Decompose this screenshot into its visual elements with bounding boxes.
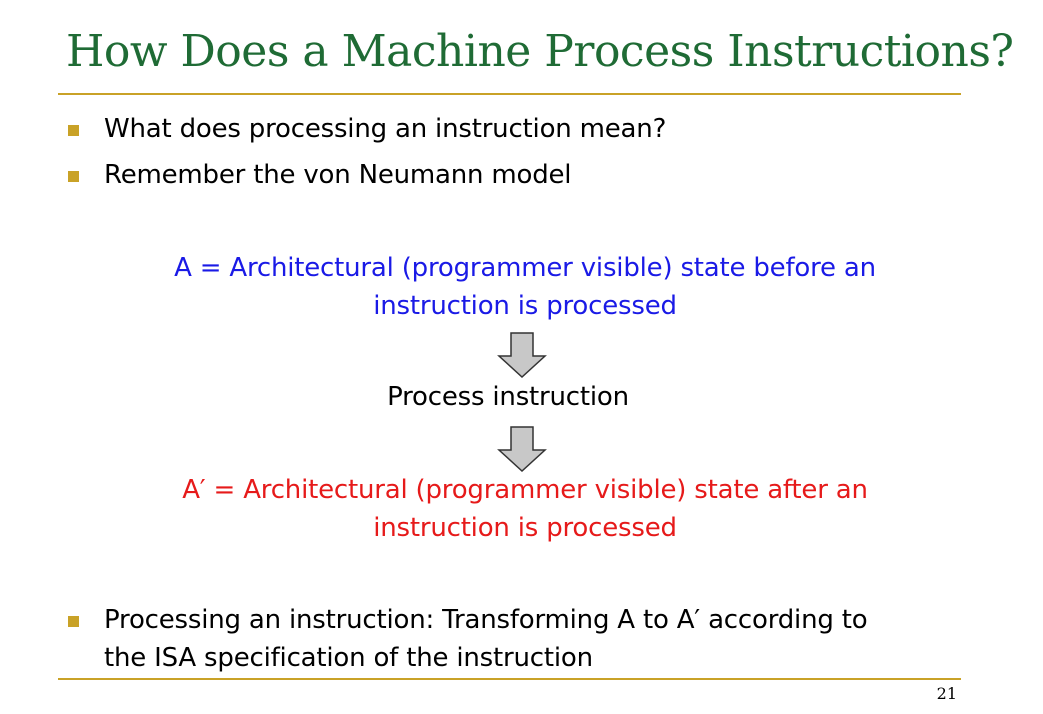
process-instruction-label: Process instruction: [387, 382, 629, 412]
slide-title: How Does a Machine Process Instructions?: [66, 26, 1014, 77]
page-number: 21: [936, 684, 957, 703]
state-before-line-2: instruction is processed: [373, 291, 677, 321]
bullet-item: What does processing an instruction mean…: [104, 114, 667, 144]
bullet-marker: [68, 171, 79, 182]
state-after-line-2: instruction is processed: [373, 513, 677, 543]
bullet-marker: [68, 616, 79, 627]
title-divider: [58, 93, 961, 95]
state-after-line-1: A′ = Architectural (programmer visible) …: [182, 475, 868, 505]
bullet-marker: [68, 125, 79, 136]
state-before-line-1: A = Architectural (programmer visible) s…: [174, 253, 876, 283]
bullet-item: Remember the von Neumann model: [104, 160, 572, 190]
footer-divider: [58, 678, 961, 680]
down-arrow-icon: [497, 332, 547, 378]
bullet-item-line-2: the ISA specification of the instruction: [104, 643, 593, 673]
state-before-text: A = Architectural (programmer visible) s…: [60, 249, 990, 325]
state-after-text: A′ = Architectural (programmer visible) …: [60, 471, 990, 547]
bullet-item-line-1: Processing an instruction: Transforming …: [104, 605, 868, 635]
down-arrow-icon: [497, 426, 547, 472]
